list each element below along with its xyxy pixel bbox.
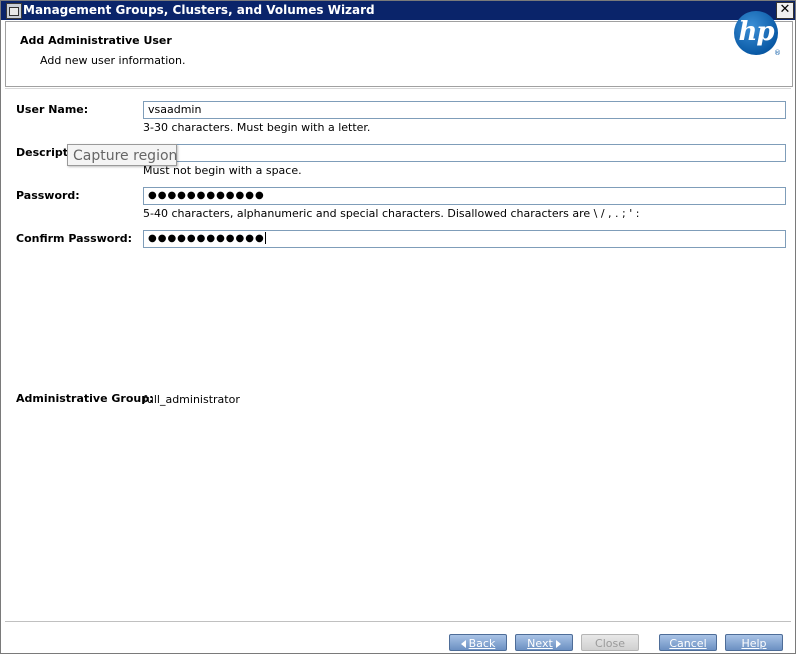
text-caret — [264, 232, 266, 244]
divider — [5, 88, 791, 89]
confirm-password-value: ●●●●●●●●●●●● — [148, 233, 265, 244]
wizard-header: Add Administrative User Add new user inf… — [5, 21, 793, 87]
description-field[interactable] — [143, 144, 786, 162]
help-button[interactable]: Help — [725, 634, 783, 651]
password-label: Password: — [16, 189, 80, 202]
registered-mark: ® — [774, 49, 781, 57]
back-button[interactable]: Back — [449, 634, 507, 651]
next-button-label: Next — [527, 637, 553, 650]
password-field[interactable]: ●●●●●●●●●●●● — [143, 187, 786, 205]
arrow-left-icon — [460, 640, 466, 648]
admin-group-label: Administrative Group: — [16, 392, 154, 405]
password-value: ●●●●●●●●●●●● — [148, 190, 265, 201]
wizard-window: Management Groups, Clusters, and Volumes… — [0, 0, 796, 654]
hp-logo: hp — [734, 11, 778, 55]
page-subtitle: Add new user information. — [40, 54, 186, 67]
password-hint: 5-40 characters, alphanumeric and specia… — [143, 207, 640, 220]
capture-region-tooltip: Capture region — [67, 144, 177, 166]
username-label: User Name: — [16, 103, 89, 116]
app-icon — [6, 3, 22, 19]
help-button-label: Help — [741, 637, 767, 650]
title-bar: Management Groups, Clusters, and Volumes… — [1, 1, 795, 20]
username-hint: 3-30 characters. Must begin with a lette… — [143, 121, 371, 134]
admin-group-value: full_administrator — [143, 393, 240, 406]
page-title: Add Administrative User — [20, 34, 172, 47]
cancel-button-label: Cancel — [669, 637, 707, 650]
username-field[interactable]: vsaadmin — [143, 101, 786, 119]
footer-divider — [5, 621, 791, 622]
arrow-right-icon — [555, 640, 561, 648]
cancel-button[interactable]: Cancel — [659, 634, 717, 651]
window-title: Management Groups, Clusters, and Volumes… — [23, 3, 375, 17]
back-button-label: Back — [468, 637, 496, 650]
confirm-password-label: Confirm Password: — [16, 232, 133, 245]
next-button[interactable]: Next — [515, 634, 573, 651]
confirm-password-field[interactable]: ●●●●●●●●●●●● — [143, 230, 786, 248]
close-button[interactable]: Close — [581, 634, 639, 651]
close-window-button[interactable]: ✕ — [776, 2, 794, 19]
